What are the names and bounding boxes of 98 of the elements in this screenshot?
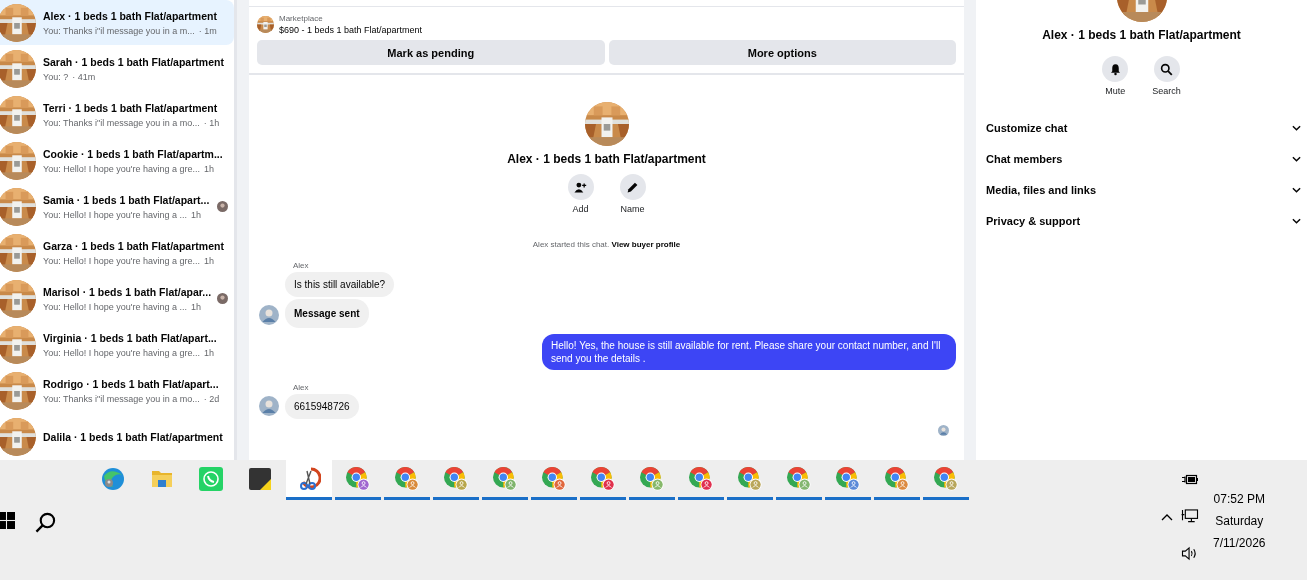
section-toggle[interactable]: Chat members <box>976 143 1307 174</box>
browser-icon <box>591 466 615 491</box>
message-time: · 1m <box>198 25 217 36</box>
mute-button[interactable] <box>1102 56 1129 82</box>
clock-day: Saturday <box>1215 514 1264 528</box>
conversation-item[interactable]: Rodrigo · 1 beds 1 bath Flat/apart... You: Thanks i"il message you in a mo... · 2d <box>0 368 234 413</box>
pencil-icon <box>626 180 639 194</box>
search-icon <box>35 512 56 533</box>
conversation-item[interactable]: Virginia · 1 beds 1 bath Flat/apart... You: Hello! I hope you're having a gre... 1h <box>0 322 234 367</box>
sender-name: Alex <box>293 261 310 270</box>
message-time: 1h <box>204 163 214 174</box>
message-preview: You: Thanks i"il message you in a mo... <box>43 117 200 128</box>
conversation-item[interactable]: Terri · 1 beds 1 bath Flat/apartment You: Thanks i"il message you in a mo... · 1h <box>0 92 234 137</box>
windows-logo-icon <box>0 512 15 529</box>
conversation-item[interactable]: Garza · 1 beds 1 bath Flat/apartment You: Hello! I hope you're having a gre... 1h <box>0 230 234 275</box>
conversation-item[interactable]: Sarah · 1 beds 1 bath Flat/apartment You: ? · 41m <box>0 46 234 91</box>
conversation-item[interactable]: Marisol · 1 beds 1 bath Flat/apar... You: Hello! I hope you're having a ... 1h <box>0 276 234 321</box>
chat-title: Alex · 1 beds 1 bath Flat/apartment <box>507 152 706 166</box>
chat-start-note: Alex started this chat. View buyer profile <box>532 240 681 249</box>
section-toggle[interactable]: Media, files and links <box>976 174 1307 205</box>
browser-icon <box>444 466 468 491</box>
message-time: · 1h <box>203 117 220 128</box>
start-button[interactable] <box>0 512 15 529</box>
action-label: Search <box>1152 86 1181 96</box>
listing-button[interactable]: More options <box>608 40 956 65</box>
message-time: 1h <box>191 301 201 312</box>
conversation-title: Rodrigo · 1 beds 1 bath Flat/apart... <box>43 377 220 390</box>
conversation-item[interactable]: Dalila · 1 beds 1 bath Flat/apartment <box>0 414 234 459</box>
browser-icon <box>689 466 713 491</box>
add-person-button[interactable] <box>567 174 594 200</box>
message-preview: You: Hello! I hope you're having a gre... <box>43 255 200 266</box>
message-preview: You: ? <box>43 71 69 82</box>
message-time: 1h <box>204 255 214 266</box>
message-bubble: Message sent <box>285 299 369 328</box>
message-time: · 41m <box>72 71 96 82</box>
listing-source: Marketplace <box>279 14 324 23</box>
listing-button[interactable]: Mark as pending <box>257 40 605 65</box>
user-avatar <box>259 305 279 325</box>
edge-icon <box>101 466 125 491</box>
browser-icon <box>493 466 517 491</box>
conversation-title: Marisol · 1 beds 1 bath Flat/apar... <box>43 285 212 298</box>
conversation-title: Garza · 1 beds 1 bath Flat/apartment <box>43 239 224 252</box>
conversation-item[interactable]: Samia · 1 beds 1 bath Flat/apart... You: Hello! I hope you're having a ... 1h <box>0 184 234 229</box>
browser-icon <box>542 466 566 491</box>
user-avatar <box>259 396 279 416</box>
message-preview: You: Thanks i"il message you in a m... <box>43 25 195 36</box>
clock-date: 7/11/2026 <box>1213 536 1266 550</box>
caret-icon[interactable] <box>1161 512 1173 521</box>
action-label: Mute <box>1105 86 1126 96</box>
scissors-icon <box>297 466 321 491</box>
browser-icon <box>836 466 860 491</box>
conversation-title: Virginia · 1 beds 1 bath Flat/apart... <box>43 331 217 344</box>
add-person-icon <box>574 180 587 194</box>
conversation-item[interactable]: Alex · 1 beds 1 bath Flat/apartment You: Thanks i"il message you in a m... · 1m <box>0 0 234 45</box>
browser-icon <box>885 466 909 491</box>
message-preview: You: Hello! I hope you're having a ... <box>43 209 187 220</box>
message-time: 1h <box>191 209 201 220</box>
conversation-title: Terri · 1 beds 1 bath Flat/apartment <box>43 101 219 114</box>
bell-icon <box>1108 62 1122 76</box>
contact-title: Alex · 1 beds 1 bath Flat/apartment <box>1042 28 1241 42</box>
listing-title: $690 - 1 beds 1 bath Flat/apartment <box>279 25 423 35</box>
rename-button[interactable] <box>619 174 646 200</box>
section-toggle[interactable]: Privacy & support <box>976 205 1307 236</box>
conversation-title: Sarah · 1 beds 1 bath Flat/apartment <box>43 55 224 68</box>
message-preview: You: Hello! I hope you're having a ... <box>43 301 187 312</box>
browser-icon <box>787 466 811 491</box>
message-preview: You: Hello! I hope you're having a gre... <box>43 163 200 174</box>
section-toggle[interactable]: Customize chat <box>976 112 1307 143</box>
browser-icon <box>640 466 664 491</box>
message-time: 1h <box>204 347 214 358</box>
battery-icon <box>1181 472 1199 487</box>
action-label: Add <box>572 204 589 214</box>
buyer-profile-link[interactable]: View buyer profile <box>611 240 681 249</box>
conversation-item[interactable]: Cookie · 1 beds 1 bath Flat/apartm... You: Hello! I hope you're having a gre... 1h <box>0 138 234 183</box>
message-bubble: Hello! Yes, the house is still available for rent. Please share your contact number, and I'll send you the details . <box>542 334 956 370</box>
message-bubble: Is this still available? <box>285 272 395 297</box>
message-bubble: 6615948726 <box>285 394 359 419</box>
search-icon <box>1160 62 1173 76</box>
message-time: · 2d <box>203 393 220 404</box>
network-icon[interactable] <box>1181 509 1199 524</box>
clock-time: 07:52 PM <box>1213 492 1265 506</box>
browser-icon <box>738 466 762 491</box>
browser-icon <box>934 466 958 491</box>
sender-name: Alex <box>293 383 310 392</box>
message-preview: You: Hello! I hope you're having a gre... <box>43 347 200 358</box>
browser-icon <box>346 466 370 491</box>
conversation-title: Dalila · 1 beds 1 bath Flat/apartment <box>43 430 223 443</box>
sticky-note-icon <box>248 466 272 491</box>
conversation-title: Cookie · 1 beds 1 bath Flat/apartm... <box>43 147 223 160</box>
message-preview: You: Thanks i"il message you in a mo... <box>43 393 200 404</box>
chat-app-icon <box>199 466 223 491</box>
conversation-title: Samia · 1 beds 1 bath Flat/apart... <box>43 193 211 206</box>
taskbar-button[interactable] <box>286 460 332 500</box>
conversation-title: Alex · 1 beds 1 bath Flat/apartment <box>43 9 217 22</box>
search-button[interactable] <box>1153 56 1180 82</box>
browser-icon <box>395 466 419 491</box>
speaker-icon[interactable] <box>1181 546 1199 561</box>
action-label: Name <box>620 204 645 214</box>
